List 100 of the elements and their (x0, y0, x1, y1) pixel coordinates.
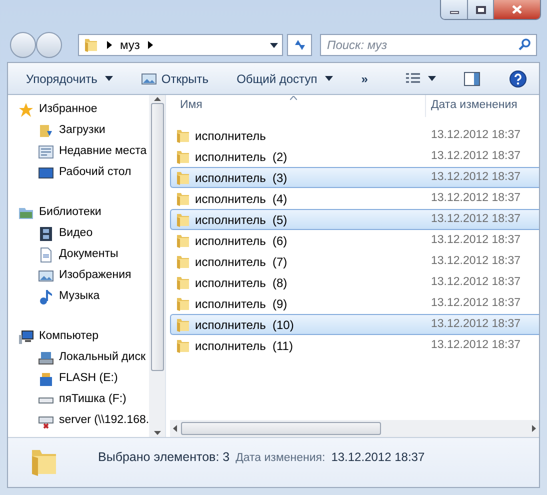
refresh-button[interactable] (287, 34, 312, 56)
list-view-icon (406, 72, 420, 84)
folder-icon (175, 128, 191, 144)
date-cell-text: 13.12.2012 18:37 (431, 274, 521, 290)
file-name: исполнитель (2) (195, 148, 288, 166)
sidebar-item[interactable]: Музыка (18, 286, 149, 307)
toolbar-menu-button[interactable]: Общий доступ (228, 66, 342, 90)
dropdown-arrow-icon (105, 76, 114, 81)
breadcrumb-arrow-icon (148, 41, 153, 49)
folder-icon (175, 338, 191, 354)
date-cell-text: 13.12.2012 18:37 (431, 128, 521, 143)
more-button[interactable]: » (353, 66, 376, 90)
dropdown-arrow-icon (428, 76, 436, 81)
pane-icon (464, 72, 480, 86)
scroll-right-arrow-icon[interactable] (532, 425, 536, 432)
address-bar[interactable]: муз (78, 34, 283, 56)
scroll-down-arrow-icon[interactable] (154, 431, 160, 435)
folder-icon (175, 148, 191, 164)
selection-count: Выбрано элементов: 3 (98, 449, 230, 466)
folder-icon (175, 296, 191, 312)
folder-icon (83, 37, 99, 53)
help-icon (509, 70, 527, 88)
date-cell-text: 13.12.2012 18:37 (431, 316, 521, 332)
open-button[interactable]: Открыть (133, 66, 217, 90)
column-header[interactable]: Имя (170, 97, 425, 115)
date-value: 13.12.2012 18:37 (331, 449, 425, 466)
date-cell-text: 13.12.2012 18:37 (431, 170, 521, 185)
date-cell-text: 13.12.2012 18:37 (431, 232, 521, 248)
picture-icon (38, 268, 54, 284)
vertical-scrollbar[interactable] (149, 95, 165, 437)
sidebar-item[interactable]: Недавние места (18, 141, 149, 162)
date-cell-text: 13.12.2012 18:37 (431, 296, 521, 311)
file-row[interactable]: исполнитель (4) 13.12.2012 18:37 (170, 188, 539, 209)
monitor-icon (38, 164, 54, 180)
sidebar-item[interactable]: пяТишка (F:) (18, 389, 149, 410)
computer-icon (18, 328, 34, 344)
sidebar-group[interactable]: Избранное (18, 99, 149, 120)
file-name: исполнитель (7) (195, 254, 288, 270)
date-cell-text: 13.12.2012 18:37 (431, 212, 521, 227)
file-name: исполнитель (10) (195, 316, 295, 334)
file-row[interactable]: исполнитель (7) 13.12.2012 18:37 (170, 251, 539, 272)
folder-icon (175, 232, 191, 248)
picture-icon (141, 70, 158, 86)
file-name: исполнитель (5) (195, 212, 288, 228)
folder-icon (175, 190, 191, 206)
search-icon (518, 38, 531, 51)
music-note-icon (38, 288, 54, 304)
close-icon (512, 5, 522, 14)
file-name: исполнитель (3) (195, 170, 288, 186)
toolbar-menu-button[interactable]: Упорядочить (18, 66, 122, 90)
folder-icon (175, 316, 191, 332)
date-label: Дата изменения: (236, 451, 326, 466)
forward-button[interactable] (36, 32, 62, 58)
film-icon (38, 226, 54, 242)
sidebar-group[interactable]: Компьютер (18, 326, 149, 347)
sidebar-item[interactable]: Документы (18, 244, 149, 265)
help-button[interactable] (507, 68, 529, 90)
folder-icon (175, 170, 191, 186)
document-icon (38, 246, 54, 262)
window-list-icon (38, 144, 54, 160)
scroll-left-arrow-icon[interactable] (173, 425, 177, 432)
sidebar-item[interactable]: Видео (18, 223, 149, 244)
file-row[interactable]: исполнитель 13.12.2012 18:37 (170, 125, 539, 146)
star-icon (18, 102, 34, 118)
dropdown-arrow-icon (325, 76, 334, 81)
file-row[interactable]: исполнитель (5) 13.12.2012 18:37 (170, 209, 539, 230)
date-cell-text: 13.12.2012 18:37 (431, 338, 521, 353)
minimize-button[interactable] (441, 0, 468, 19)
maximize-button[interactable] (468, 0, 494, 19)
date-cell-text: 13.12.2012 18:37 (431, 148, 521, 164)
sidebar-group[interactable]: Библиотеки (18, 202, 149, 223)
back-button[interactable] (10, 32, 36, 58)
file-name: исполнитель (6) (195, 232, 288, 250)
breadcrumb-item[interactable]: муз (120, 36, 140, 54)
folder-arrow-icon (38, 122, 54, 138)
sidebar-item[interactable]: FLASH (E:) (18, 368, 149, 389)
file-name: исполнитель (9) (195, 296, 288, 312)
sidebar-item[interactable]: Изображения (18, 265, 149, 286)
file-row[interactable]: исполнитель (6) 13.12.2012 18:37 (170, 230, 539, 251)
sidebar-item[interactable]: Локальный диск (18, 347, 149, 368)
search-field[interactable]: Поиск: муз (320, 34, 537, 56)
column-header[interactable]: Дата изменения (426, 97, 518, 115)
scroll-up-arrow-icon[interactable] (154, 97, 160, 101)
file-row[interactable]: исполнитель (9) 13.12.2012 18:37 (170, 293, 539, 314)
sidebar-item[interactable]: Рабочий стол (18, 162, 149, 183)
file-row[interactable]: исполнитель (10) 13.12.2012 18:37 (170, 314, 539, 335)
date-cell-text: 13.12.2012 18:37 (431, 254, 521, 269)
folder-icon (175, 254, 191, 270)
file-row[interactable]: исполнитель (3) 13.12.2012 18:37 (170, 167, 539, 188)
file-row[interactable]: исполнитель (11) 13.12.2012 18:37 (170, 335, 539, 356)
folder-icon (175, 212, 191, 228)
hard-drive-icon (38, 350, 54, 366)
file-row[interactable]: исполнитель (8) 13.12.2012 18:37 (170, 272, 539, 293)
breadcrumb-arrow-icon (107, 41, 112, 49)
sidebar-item[interactable]: server (\\192.168. (18, 410, 149, 431)
close-button[interactable] (494, 0, 540, 19)
sidebar-item[interactable]: Загрузки (18, 120, 149, 141)
horizontal-scrollbar[interactable] (170, 420, 539, 437)
file-name: исполнитель (4) (195, 190, 288, 208)
file-row[interactable]: исполнитель (2) 13.12.2012 18:37 (170, 146, 539, 167)
